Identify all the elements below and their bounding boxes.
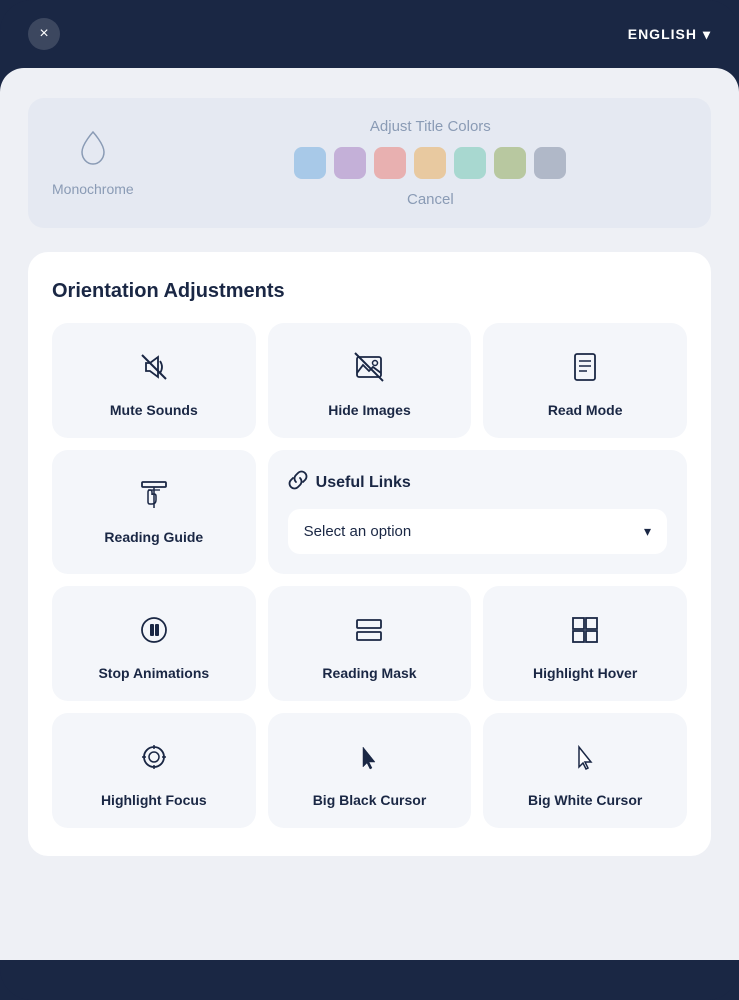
read-mode-icon [569, 351, 601, 388]
hide-images-icon [353, 351, 385, 388]
big-black-cursor-icon [353, 741, 385, 778]
stop-animations-icon [138, 614, 170, 651]
mute-sounds-card[interactable]: Mute Sounds [52, 323, 256, 438]
color-swatches [294, 147, 566, 179]
stop-animations-card[interactable]: Stop Animations [52, 586, 256, 701]
swatch-pink[interactable] [374, 147, 406, 179]
useful-links-dropdown[interactable]: Select an option ▾ [288, 509, 667, 554]
close-icon: × [39, 25, 48, 43]
reading-guide-icon [138, 478, 170, 515]
cards-grid: Mute Sounds Hide Images [52, 323, 687, 828]
link-icon [288, 470, 308, 495]
reading-mask-label: Reading Mask [322, 665, 416, 681]
dropdown-chevron-icon: ▾ [644, 523, 651, 540]
reading-mask-icon [353, 614, 385, 651]
swatch-purple[interactable] [334, 147, 366, 179]
highlight-hover-icon [569, 614, 601, 651]
color-adjust-right: Adjust Title Colors Cancel [174, 118, 687, 208]
reading-guide-label: Reading Guide [104, 529, 203, 545]
highlight-hover-card[interactable]: Highlight Hover [483, 586, 687, 701]
color-adjust-section: Monochrome Adjust Title Colors Cancel [28, 98, 711, 228]
mute-sounds-label: Mute Sounds [110, 402, 198, 418]
chevron-down-icon: ▾ [703, 26, 711, 43]
hide-images-label: Hide Images [328, 402, 410, 418]
language-label: ENGLISH [628, 26, 697, 42]
mute-sounds-icon [138, 351, 170, 388]
reading-guide-card[interactable]: Reading Guide [52, 450, 256, 574]
swatch-gray[interactable] [534, 147, 566, 179]
highlight-hover-label: Highlight Hover [533, 665, 637, 681]
highlight-focus-label: Highlight Focus [101, 792, 207, 808]
useful-links-card: Useful Links Select an option ▾ [268, 450, 687, 574]
swatch-blue[interactable] [294, 147, 326, 179]
select-placeholder: Select an option [304, 523, 412, 540]
main-content: Monochrome Adjust Title Colors Cancel Or… [0, 68, 739, 960]
device-frame: × ENGLISH ▾ Monochrome Adjust Title Colo… [0, 0, 739, 1000]
adjust-title: Adjust Title Colors [370, 118, 491, 135]
cancel-button[interactable]: Cancel [407, 191, 454, 208]
close-button[interactable]: × [28, 18, 60, 50]
swatch-orange[interactable] [414, 147, 446, 179]
useful-links-header: Useful Links [288, 470, 667, 495]
useful-links-label: Useful Links [316, 474, 411, 492]
read-mode-card[interactable]: Read Mode [483, 323, 687, 438]
big-white-cursor-label: Big White Cursor [528, 792, 642, 808]
swatch-teal[interactable] [454, 147, 486, 179]
language-selector[interactable]: ENGLISH ▾ [628, 26, 711, 43]
monochrome-item[interactable]: Monochrome [52, 130, 134, 197]
section-title: Orientation Adjustments [52, 280, 687, 303]
big-white-cursor-card[interactable]: Big White Cursor [483, 713, 687, 828]
reading-mask-card[interactable]: Reading Mask [268, 586, 472, 701]
orientation-section: Orientation Adjustments Mute Sounds [28, 252, 711, 856]
bottom-bar [0, 960, 739, 1000]
swatch-green[interactable] [494, 147, 526, 179]
top-bar: × ENGLISH ▾ [0, 0, 739, 68]
highlight-focus-icon [138, 741, 170, 778]
read-mode-label: Read Mode [548, 402, 623, 418]
monochrome-label: Monochrome [52, 181, 134, 197]
highlight-focus-card[interactable]: Highlight Focus [52, 713, 256, 828]
big-black-cursor-label: Big Black Cursor [313, 792, 427, 808]
big-white-cursor-icon [569, 741, 601, 778]
stop-animations-label: Stop Animations [98, 665, 209, 681]
big-black-cursor-card[interactable]: Big Black Cursor [268, 713, 472, 828]
hide-images-card[interactable]: Hide Images [268, 323, 472, 438]
monochrome-icon [78, 130, 108, 173]
